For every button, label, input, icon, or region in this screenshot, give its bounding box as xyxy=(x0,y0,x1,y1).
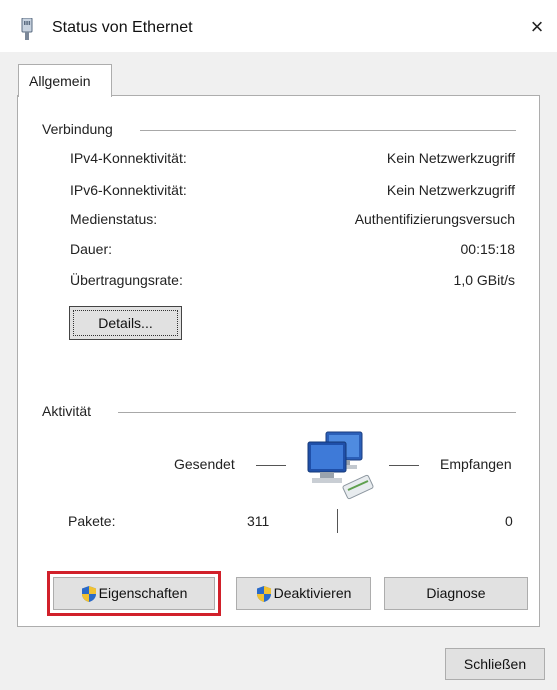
activity-divider xyxy=(337,509,338,533)
shield-icon xyxy=(256,586,271,603)
packets-sent-value: 311 xyxy=(247,513,270,529)
title-bar: Status von Ethernet × xyxy=(0,0,557,52)
packets-label: Pakete: xyxy=(68,513,116,529)
transfer-rate-label: Übertragungsrate: xyxy=(70,272,183,288)
duration-value: 00:15:18 xyxy=(460,241,516,257)
close-window-button[interactable]: × xyxy=(520,10,554,44)
deactivate-button-label: Deaktivieren xyxy=(273,585,352,601)
ipv4-label: IPv4-Konnektivität: xyxy=(70,150,187,166)
packets-received-value: 0 xyxy=(505,513,513,529)
tab-allgemein[interactable]: Allgemein xyxy=(18,64,112,97)
media-status-label: Medienstatus: xyxy=(70,211,158,227)
connection-group-title: Verbindung xyxy=(42,121,119,137)
network-computers-icon xyxy=(307,431,374,500)
duration-label: Dauer: xyxy=(70,241,113,257)
transfer-rate-value: 1,0 GBit/s xyxy=(453,272,515,288)
connection-group-line xyxy=(140,130,516,131)
window-title: Status von Ethernet xyxy=(52,19,193,36)
sent-label: Gesendet xyxy=(174,456,235,472)
close-button[interactable]: Schließen xyxy=(445,648,545,680)
ipv6-value: Kein Netzwerkzugriff xyxy=(386,182,515,198)
activity-group-line xyxy=(118,412,516,413)
ethernet-icon xyxy=(21,18,33,40)
ipv6-label: IPv6-Konnektivität: xyxy=(70,182,187,198)
ipv4-value: Kein Netzwerkzugriff xyxy=(386,150,515,166)
media-status-value: Authentifizierungsversuch xyxy=(354,211,515,227)
sent-dash xyxy=(256,465,286,466)
deactivate-button[interactable]: Deaktivieren xyxy=(236,577,371,610)
close-button-label: Schließen xyxy=(463,656,527,672)
tab-panel xyxy=(17,95,540,627)
highlight-box xyxy=(47,571,221,616)
activity-group-title: Aktivität xyxy=(42,403,98,419)
received-dash xyxy=(389,465,419,466)
tab-label: Allgemein xyxy=(29,73,91,89)
received-label: Empfangen xyxy=(440,456,512,472)
details-button[interactable]: Details... xyxy=(69,306,182,340)
diagnose-button[interactable]: Diagnose xyxy=(384,577,528,610)
diagnose-button-label: Diagnose xyxy=(426,585,486,601)
focus-rectangle xyxy=(73,310,178,336)
